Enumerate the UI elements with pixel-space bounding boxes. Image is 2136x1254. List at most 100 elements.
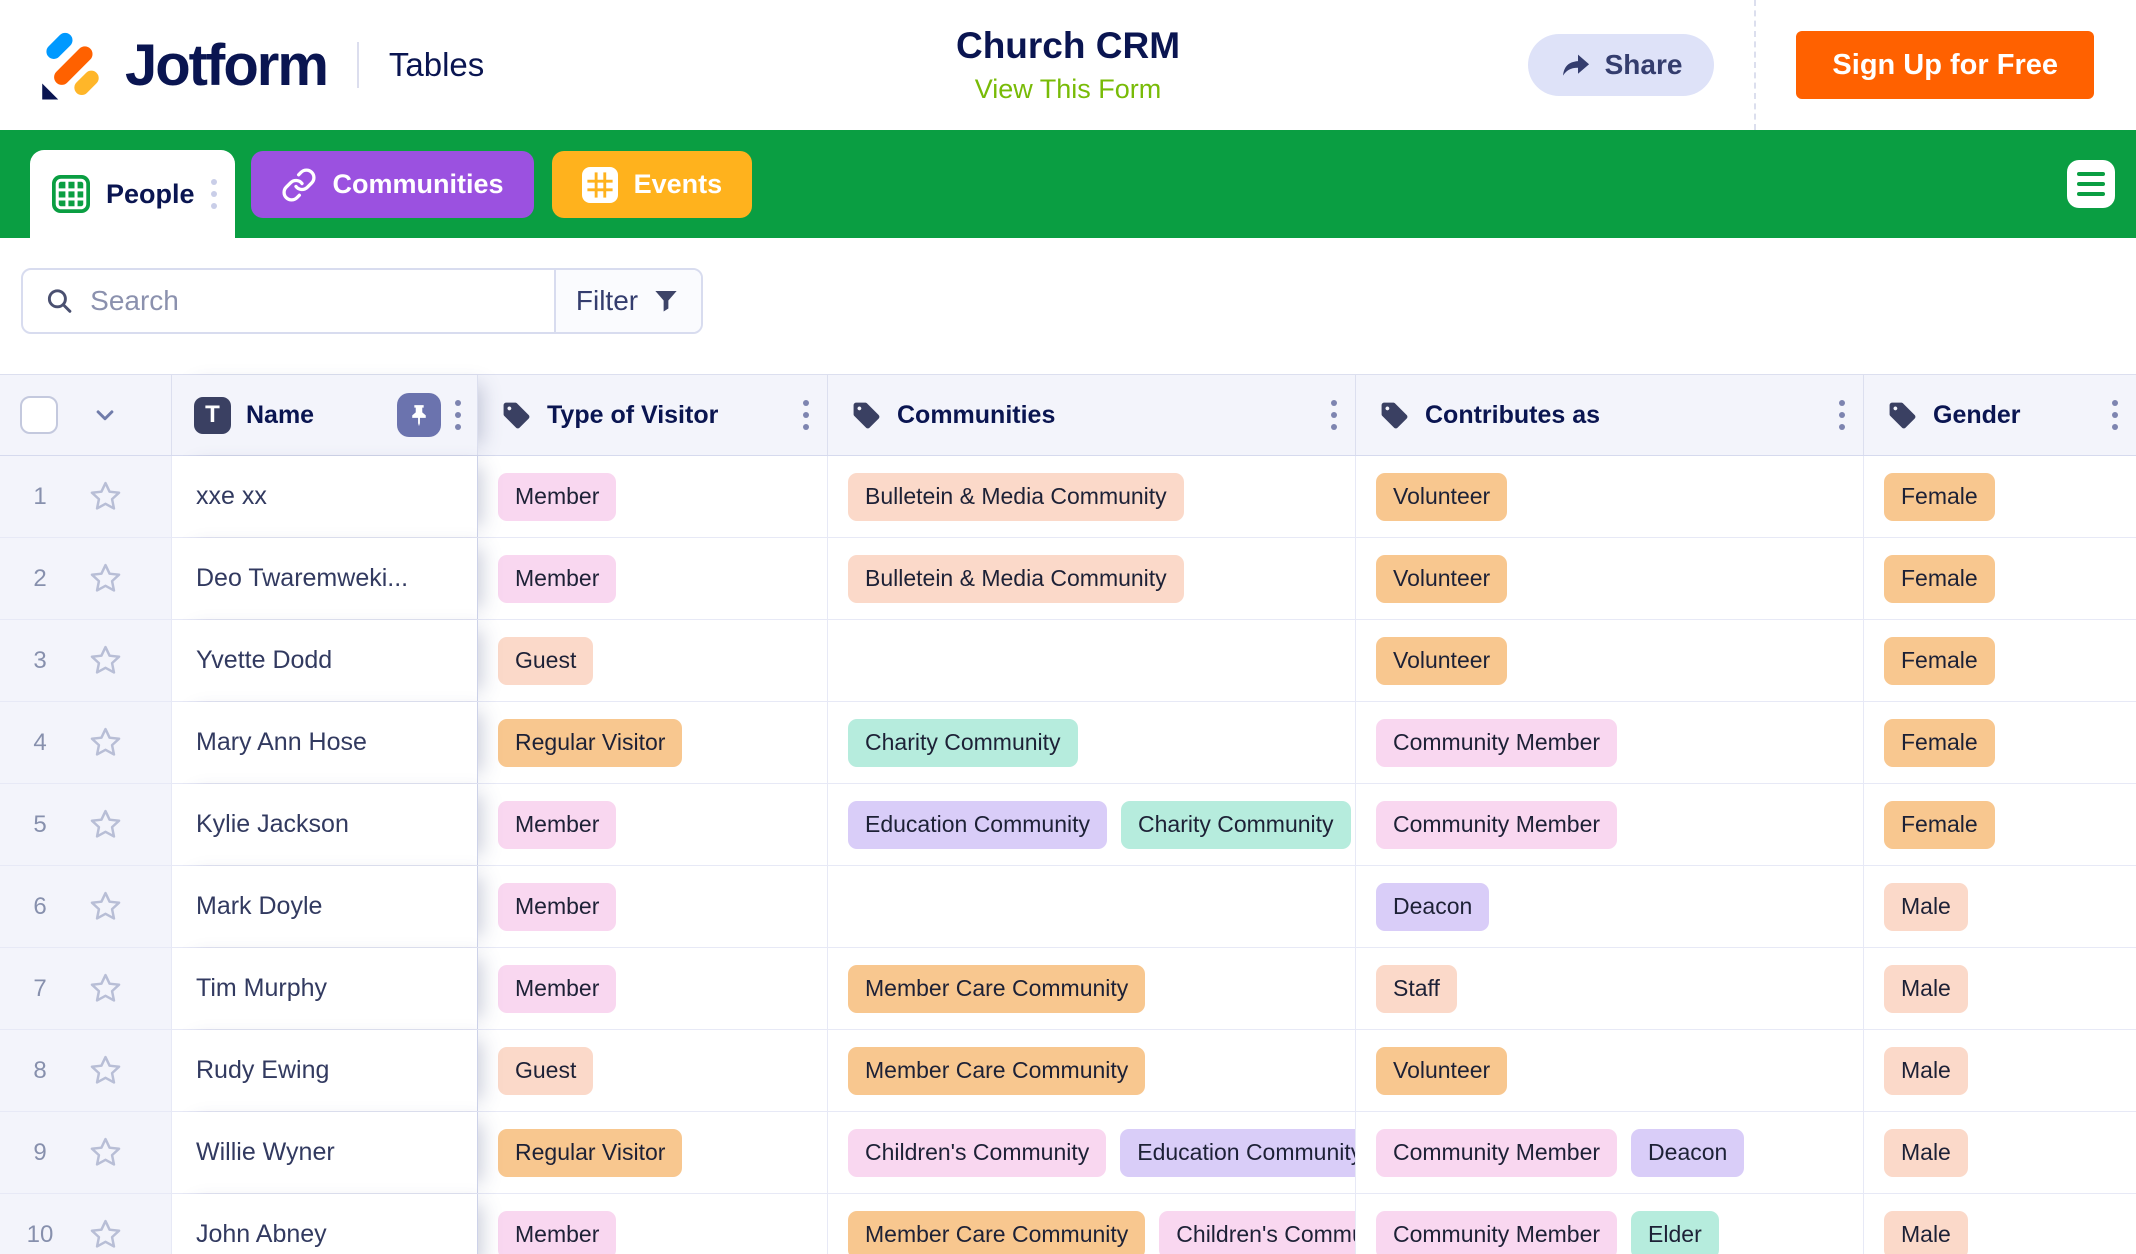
cell-type-of-visitor[interactable]: Member <box>478 538 828 619</box>
tag: Bulletein & Media Community <box>848 555 1184 603</box>
cell-contributes-as[interactable]: Community MemberDeacon <box>1356 1112 1864 1193</box>
cell-contributes-as[interactable]: Community MemberElder <box>1356 1194 1864 1254</box>
star-icon[interactable] <box>88 889 123 924</box>
cell-type-of-visitor[interactable]: Guest <box>478 1030 828 1111</box>
cell-gender[interactable]: Female <box>1864 538 2136 619</box>
chevron-down-icon[interactable] <box>90 400 120 430</box>
cell-communities[interactable] <box>828 866 1356 947</box>
table-row: 2Deo Twaremweki...MemberBulletein & Medi… <box>0 538 2136 620</box>
row-number: 10 <box>16 1221 64 1249</box>
star-icon[interactable] <box>88 807 123 842</box>
filter-button[interactable]: Filter <box>554 270 701 332</box>
column-header-type-of-visitor[interactable]: Type of Visitor <box>478 375 828 455</box>
cell-communities[interactable]: Charity Community <box>828 702 1356 783</box>
cell-communities[interactable]: Member Care CommunityChildren's Communit… <box>828 1194 1356 1254</box>
cell-name[interactable]: Yvette Dodd <box>172 620 478 701</box>
column-header-name[interactable]: T Name <box>172 375 478 455</box>
cell-name[interactable]: Deo Twaremweki... <box>172 538 478 619</box>
tag: Male <box>1884 1129 1968 1177</box>
search-input[interactable] <box>90 285 554 317</box>
cell-contributes-as[interactable]: Staff <box>1356 948 1864 1029</box>
cell-contributes-as[interactable]: Volunteer <box>1356 620 1864 701</box>
cell-gender[interactable]: Male <box>1864 1194 2136 1254</box>
cell-name[interactable]: Kylie Jackson <box>172 784 478 865</box>
cell-communities[interactable]: Education CommunityCharity Community <box>828 784 1356 865</box>
cell-communities[interactable]: Bulletein & Media Community <box>828 456 1356 537</box>
cell-gender[interactable]: Female <box>1864 620 2136 701</box>
star-icon[interactable] <box>88 1053 123 1088</box>
cell-name[interactable]: Mary Ann Hose <box>172 702 478 783</box>
column-header-communities[interactable]: Communities <box>828 375 1356 455</box>
tag: Staff <box>1376 965 1457 1013</box>
column-menu-icon[interactable] <box>2112 400 2118 430</box>
tag: Member <box>498 1211 616 1254</box>
jotform-tables-page: Jotform Tables Church CRM View This Form… <box>0 0 2136 1254</box>
cell-communities[interactable]: Bulletein & Media Community <box>828 538 1356 619</box>
cell-contributes-as[interactable]: Volunteer <box>1356 456 1864 537</box>
cell-gender[interactable]: Male <box>1864 948 2136 1029</box>
cell-name[interactable]: John Abney <box>172 1194 478 1254</box>
cell-contributes-as[interactable]: Volunteer <box>1356 1030 1864 1111</box>
cell-contributes-as[interactable]: Volunteer <box>1356 538 1864 619</box>
cell-gender[interactable]: Male <box>1864 1112 2136 1193</box>
cell-communities[interactable] <box>828 620 1356 701</box>
form-title-block: Church CRM View This Form <box>956 25 1180 105</box>
star-icon[interactable] <box>88 1217 123 1252</box>
cell-contributes-as[interactable]: Community Member <box>1356 702 1864 783</box>
cell-contributes-as[interactable]: Community Member <box>1356 784 1864 865</box>
tag: Community Member <box>1376 1211 1617 1254</box>
cell-type-of-visitor[interactable]: Guest <box>478 620 828 701</box>
cell-name[interactable]: xxe xx <box>172 456 478 537</box>
select-all-checkbox[interactable] <box>20 396 58 434</box>
star-icon[interactable] <box>88 643 123 678</box>
cell-type-of-visitor[interactable]: Member <box>478 784 828 865</box>
cell-name[interactable]: Mark Doyle <box>172 866 478 947</box>
cell-gender[interactable]: Female <box>1864 784 2136 865</box>
cell-communities[interactable]: Member Care Community <box>828 948 1356 1029</box>
column-header-gender[interactable]: Gender <box>1864 375 2136 455</box>
star-icon[interactable] <box>88 1135 123 1170</box>
link-icon <box>281 167 317 203</box>
cell-type-of-visitor[interactable]: Member <box>478 1194 828 1254</box>
cell-type-of-visitor[interactable]: Member <box>478 456 828 537</box>
cell-gender[interactable]: Female <box>1864 456 2136 537</box>
cell-type-of-visitor[interactable]: Member <box>478 948 828 1029</box>
cell-type-of-visitor[interactable]: Regular Visitor <box>478 702 828 783</box>
table-list-menu-button[interactable] <box>2067 160 2115 208</box>
cell-gender[interactable]: Male <box>1864 1030 2136 1111</box>
signup-button[interactable]: Sign Up for Free <box>1796 31 2094 99</box>
column-menu-icon[interactable] <box>1331 400 1337 430</box>
column-menu-icon[interactable] <box>455 400 461 430</box>
cell-contributes-as[interactable]: Deacon <box>1356 866 1864 947</box>
column-menu-icon[interactable] <box>1839 400 1845 430</box>
cell-name[interactable]: Tim Murphy <box>172 948 478 1029</box>
cell-type-of-visitor[interactable]: Member <box>478 866 828 947</box>
star-icon[interactable] <box>88 971 123 1006</box>
column-menu-icon[interactable] <box>803 400 809 430</box>
cell-gender[interactable]: Female <box>1864 702 2136 783</box>
row-gutter-cell: 7 <box>0 948 172 1029</box>
star-icon[interactable] <box>88 561 123 596</box>
tag: Male <box>1884 965 1968 1013</box>
row-gutter-cell: 10 <box>0 1194 172 1254</box>
star-icon[interactable] <box>88 725 123 760</box>
cell-communities[interactable]: Children's CommunityEducation Community <box>828 1112 1356 1193</box>
jotform-logo-link[interactable]: Jotform <box>41 29 327 101</box>
tag: Female <box>1884 801 1995 849</box>
cell-name[interactable]: Willie Wyner <box>172 1112 478 1193</box>
column-header-contributes-as[interactable]: Contributes as <box>1356 375 1864 455</box>
tab-people-menu-icon[interactable] <box>211 179 217 209</box>
tag: Member <box>498 555 616 603</box>
star-icon[interactable] <box>88 479 123 514</box>
tab-people[interactable]: People <box>30 150 235 238</box>
pin-icon[interactable] <box>397 393 441 437</box>
cell-gender[interactable]: Male <box>1864 866 2136 947</box>
share-button[interactable]: Share <box>1528 34 1715 96</box>
cell-communities[interactable]: Member Care Community <box>828 1030 1356 1111</box>
view-this-form-link[interactable]: View This Form <box>956 74 1180 105</box>
cell-type-of-visitor[interactable]: Regular Visitor <box>478 1112 828 1193</box>
tab-events[interactable]: Events <box>552 151 753 218</box>
tab-communities[interactable]: Communities <box>251 151 534 218</box>
table-body: 1xxe xxMemberBulletein & Media Community… <box>0 456 2136 1254</box>
cell-name[interactable]: Rudy Ewing <box>172 1030 478 1111</box>
